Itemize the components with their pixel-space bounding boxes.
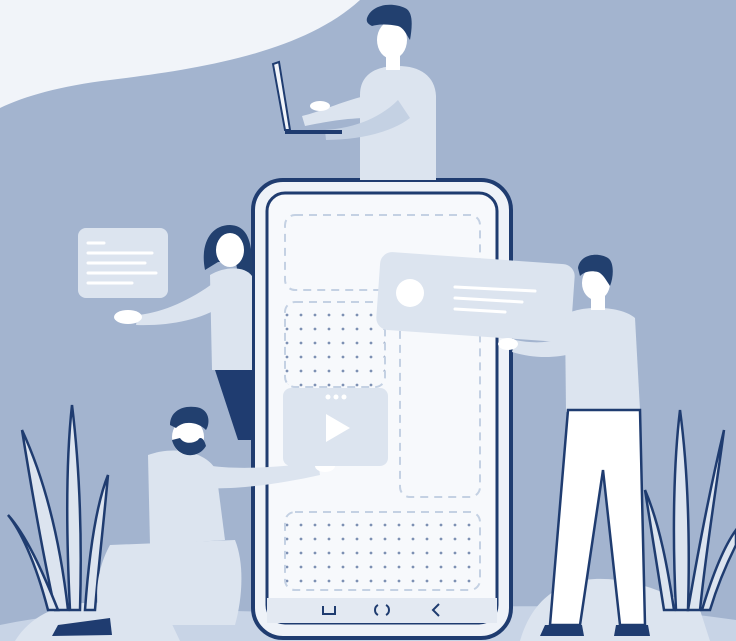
standing-torso (565, 307, 640, 412)
standing-hand (498, 338, 518, 350)
screen-block-dotted (284, 301, 386, 388)
woman-hand (114, 310, 142, 324)
typing-hand (310, 101, 330, 111)
profile-avatar (396, 279, 424, 307)
screen-block-bottom (284, 511, 481, 591)
kneeling-legs (97, 540, 242, 625)
laptop-base (285, 130, 342, 134)
illustration (0, 0, 736, 641)
woman-face (216, 233, 244, 267)
woman-torso (210, 268, 252, 370)
phone-nav-bar (267, 598, 497, 623)
